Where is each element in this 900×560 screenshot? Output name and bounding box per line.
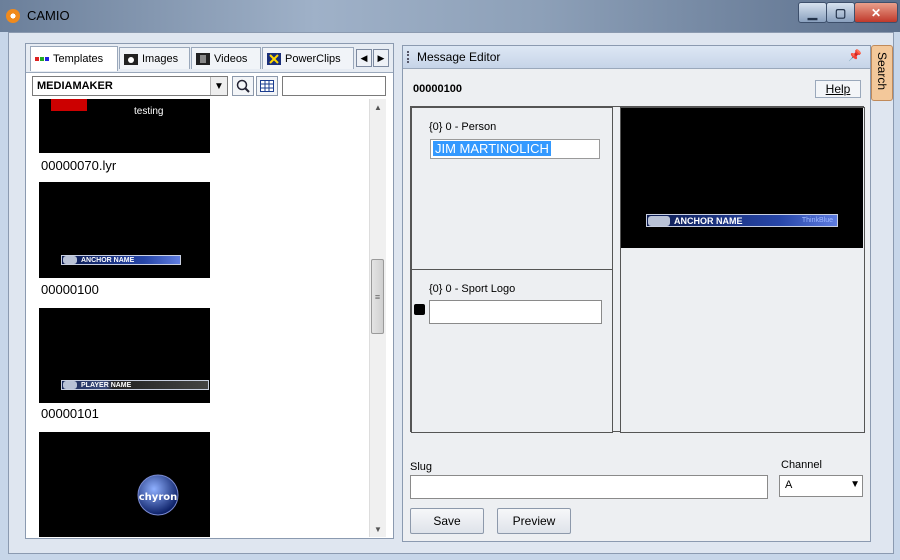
preview-name-text: ANCHOR NAME bbox=[674, 215, 743, 226]
chevron-down-icon[interactable]: ▼ bbox=[850, 479, 860, 490]
close-button[interactable]: ✕ bbox=[854, 2, 898, 23]
template-preview: ANCHOR NAME ThinkBlue bbox=[621, 108, 863, 248]
browser-toolbar: MEDIAMAKER ▼ bbox=[26, 73, 393, 99]
svg-text:chyron: chyron bbox=[139, 492, 178, 503]
maximize-button[interactable]: ▢ bbox=[826, 2, 855, 23]
tab-powerclips-label: PowerClips bbox=[285, 52, 341, 65]
minimize-button[interactable]: ▁ bbox=[798, 2, 827, 23]
network-logo-icon bbox=[648, 215, 670, 226]
preview-lower-third: ANCHOR NAME ThinkBlue bbox=[646, 214, 838, 227]
search-side-tab-label: Search bbox=[875, 52, 889, 91]
film-icon bbox=[196, 52, 210, 65]
app-window: CAMIO ▁ ▢ ✕ Templates Images Videos Powe… bbox=[0, 0, 900, 560]
chevron-down-icon[interactable]: ▼ bbox=[210, 77, 227, 95]
chyron-logo-icon: chyron bbox=[137, 474, 179, 516]
powerclips-icon bbox=[267, 52, 281, 65]
server-select[interactable]: MEDIAMAKER ▼ bbox=[32, 76, 228, 96]
sport-logo-field-cell: {0} 0 - Sport Logo bbox=[411, 269, 613, 433]
tab-images-label: Images bbox=[142, 52, 179, 65]
template-caption[interactable]: 00000100 bbox=[41, 282, 99, 297]
thumb-lower-third: ANCHOR NAME bbox=[61, 255, 181, 265]
search-side-tab[interactable]: Search bbox=[871, 45, 893, 101]
message-editor-title: Message Editor bbox=[417, 50, 501, 64]
template-browser: Templates Images Videos PowerClips ◀ ▶ M… bbox=[25, 43, 394, 539]
search-button[interactable] bbox=[232, 76, 254, 96]
template-list: testing 00000070.lyr ANCHOR NAME 0000010… bbox=[26, 99, 376, 537]
sport-logo-input[interactable] bbox=[429, 300, 602, 324]
channel-label: Channel bbox=[781, 459, 822, 471]
message-editor-panel: Message Editor 📌 00000100 Help {0} 0 - P… bbox=[402, 45, 871, 542]
preview-brand-text: ThinkBlue bbox=[801, 217, 833, 224]
tabs-scroll-right-button[interactable]: ▶ bbox=[373, 49, 389, 67]
scrollbar-thumb[interactable]: ≡ bbox=[371, 259, 384, 334]
tab-videos-label: Videos bbox=[214, 52, 248, 65]
network-logo-icon bbox=[63, 381, 77, 389]
preview-button[interactable]: Preview bbox=[497, 508, 571, 534]
tab-videos[interactable]: Videos bbox=[191, 47, 261, 69]
message-id: 00000100 bbox=[413, 83, 462, 95]
title-bar: CAMIO ▁ ▢ ✕ bbox=[0, 0, 900, 32]
template-caption[interactable]: 00000070.lyr bbox=[41, 158, 116, 173]
tab-templates[interactable]: Templates bbox=[30, 46, 118, 71]
server-select-value: MEDIAMAKER bbox=[37, 80, 113, 92]
table-icon bbox=[260, 80, 274, 92]
template-thumbnail[interactable]: ANCHOR NAME bbox=[39, 182, 210, 278]
preview-cell: ANCHOR NAME ThinkBlue bbox=[620, 107, 865, 433]
save-button[interactable]: Save bbox=[410, 508, 484, 534]
template-list-scrollbar[interactable]: ▲ ≡ ▼ bbox=[369, 99, 386, 537]
tab-images[interactable]: Images bbox=[119, 47, 190, 69]
thumb-text: ANCHOR NAME bbox=[81, 256, 135, 264]
template-thumbnail[interactable]: chyron bbox=[39, 432, 210, 537]
search-icon bbox=[236, 79, 250, 93]
scroll-down-icon[interactable]: ▼ bbox=[370, 521, 386, 537]
channel-select-value: A bbox=[785, 479, 793, 491]
camera-icon bbox=[124, 53, 138, 65]
template-caption[interactable]: 00000101 bbox=[41, 406, 99, 421]
thumb-text: testing bbox=[134, 106, 164, 117]
person-input[interactable]: JIM MARTINOLICH bbox=[430, 139, 600, 159]
camera-icon[interactable] bbox=[414, 304, 425, 315]
media-tabs: Templates Images Videos PowerClips ◀ ▶ bbox=[26, 44, 393, 73]
scroll-up-icon[interactable]: ▲ bbox=[370, 99, 386, 115]
person-field-label: {0} 0 - Person bbox=[429, 121, 497, 133]
filter-input[interactable] bbox=[282, 76, 386, 96]
tabs-scroll-left-button[interactable]: ◀ bbox=[356, 49, 372, 67]
templates-icon bbox=[35, 53, 49, 65]
pin-icon[interactable]: 📌 bbox=[848, 49, 862, 62]
template-thumbnail[interactable]: PLAYER NAME bbox=[39, 308, 210, 403]
camio-logo-icon bbox=[6, 9, 20, 23]
message-editor-header: Message Editor 📌 bbox=[403, 46, 870, 69]
tab-templates-label: Templates bbox=[53, 53, 104, 65]
thumb-red-bar bbox=[51, 99, 87, 111]
window-title: CAMIO bbox=[27, 8, 70, 23]
slug-label: Slug bbox=[410, 461, 433, 473]
template-thumbnail[interactable]: testing bbox=[39, 99, 210, 153]
channel-select[interactable]: A ▼ bbox=[779, 475, 863, 497]
thumb-text: PLAYER NAME bbox=[81, 381, 132, 389]
person-field-cell: {0} 0 - Person JIM MARTINOLICH bbox=[411, 107, 613, 270]
network-logo-icon bbox=[63, 256, 77, 264]
thumb-lower-third: PLAYER NAME bbox=[61, 380, 209, 390]
slug-input[interactable] bbox=[410, 475, 768, 499]
template-field-grid: {0} 0 - Person JIM MARTINOLICH {0} 0 - S… bbox=[410, 106, 865, 433]
tab-powerclips[interactable]: PowerClips bbox=[262, 47, 354, 69]
sport-logo-field-label: {0} 0 - Sport Logo bbox=[429, 283, 516, 295]
drag-grip-icon[interactable] bbox=[407, 51, 411, 63]
person-input-value: JIM MARTINOLICH bbox=[433, 141, 551, 156]
grid-view-button[interactable] bbox=[256, 76, 278, 96]
help-button[interactable]: Help bbox=[815, 80, 861, 98]
